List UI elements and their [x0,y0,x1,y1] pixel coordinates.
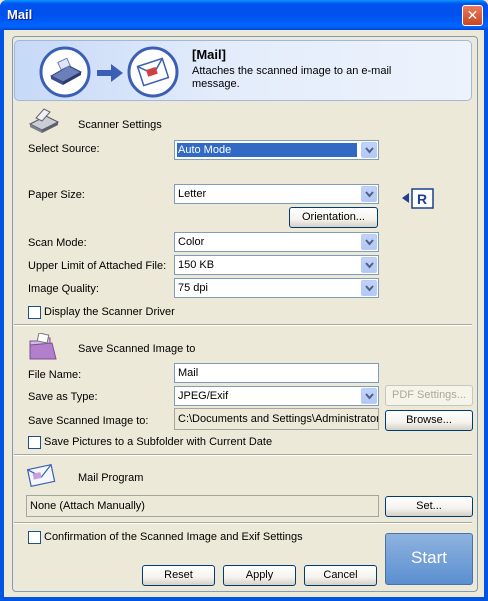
subfolder-label[interactable]: Save Pictures to a Subfolder with Curren… [44,436,272,448]
chevron-down-icon[interactable] [361,388,377,404]
confirmation-label[interactable]: Confirmation of the Scanned Image and Ex… [44,531,303,543]
set-button[interactable]: Set... [385,496,473,517]
mail-program-icon [26,463,56,488]
chevron-down-icon[interactable] [361,280,377,296]
select-source-label: Select Source: [28,143,100,155]
paper-size-value: Letter [178,188,207,200]
select-source-value: Auto Mode [177,143,357,157]
upper-limit-label: Upper Limit of Attached File: [28,260,167,272]
orientation-button[interactable]: Orientation... [289,207,378,228]
select-source-dropdown[interactable]: Auto Mode [174,140,379,160]
paper-size-label: Paper Size: [28,189,85,201]
subfolder-checkbox[interactable] [28,436,41,449]
svg-text:R: R [417,191,427,207]
mail-program-title: Mail Program [78,472,144,484]
file-name-label: File Name: [28,369,82,381]
save-as-type-dropdown[interactable]: JPEG/Exif [174,386,379,406]
upper-limit-dropdown[interactable]: 150 KB [174,255,379,275]
section-divider [14,522,472,524]
section-divider [14,454,472,456]
chevron-down-icon[interactable] [361,186,377,202]
scan-mode-label: Scan Mode: [28,237,87,249]
close-button[interactable]: ✕ [462,5,483,26]
file-name-value: Mail [178,367,199,379]
save-to-label: Save Scanned Image to: [28,415,149,427]
display-driver-label[interactable]: Display the Scanner Driver [44,306,175,318]
save-as-type-value: JPEG/Exif [178,390,229,402]
confirmation-checkbox[interactable] [28,531,41,544]
pdf-settings-button[interactable]: PDF Settings... [385,385,473,406]
chevron-down-icon[interactable] [361,142,377,158]
save-as-type-label: Save as Type: [28,391,98,403]
chevron-down-icon[interactable] [361,234,377,250]
dialog-client-area: [Mail] Attaches the scanned image to an … [4,30,484,597]
mail-program-value: None (Attach Manually) [30,500,145,512]
scanner-settings-icon [28,108,60,133]
header-title: [Mail] [192,47,226,62]
chevron-down-icon[interactable] [361,257,377,273]
header-description: Attaches the scanned image to an e-mail … [192,65,392,90]
arrow-right-icon [97,64,123,82]
reset-button[interactable]: Reset [142,565,215,586]
cancel-button[interactable]: Cancel [304,565,377,586]
save-scanned-image-title: Save Scanned Image to [78,343,196,355]
image-quality-label: Image Quality: [28,283,99,295]
start-button[interactable]: Start [385,533,473,585]
scanner-circle-icon [39,46,91,98]
paper-size-dropdown[interactable]: Letter [174,184,379,204]
scan-mode-value: Color [178,236,205,248]
mail-dialog-window: Mail ✕ [Mail] Attaches the scanned image… [0,0,488,601]
mail-circle-icon [127,46,179,98]
display-driver-checkbox[interactable] [28,306,41,319]
orientation-icon: R [402,188,434,209]
save-to-path-field: C:\Documents and Settings\Administrator [174,408,379,430]
scanner-settings-title: Scanner Settings [78,119,162,131]
image-quality-value: 75 dpi [178,282,208,294]
scan-mode-dropdown[interactable]: Color [174,232,379,252]
title-bar[interactable]: Mail ✕ [0,0,488,30]
file-name-input[interactable]: Mail [174,363,379,383]
header-banner: [Mail] Attaches the scanned image to an … [14,40,472,101]
mail-program-field: None (Attach Manually) [26,495,379,517]
upper-limit-value: 150 KB [178,259,215,271]
window-title: Mail [7,7,33,22]
browse-button[interactable]: Browse... [385,410,473,431]
save-to-path-value: C:\Documents and Settings\Administrator [178,413,379,425]
folder-icon [29,333,57,360]
apply-button[interactable]: Apply [223,565,296,586]
section-divider [14,324,472,326]
image-quality-dropdown[interactable]: 75 dpi [174,278,379,298]
